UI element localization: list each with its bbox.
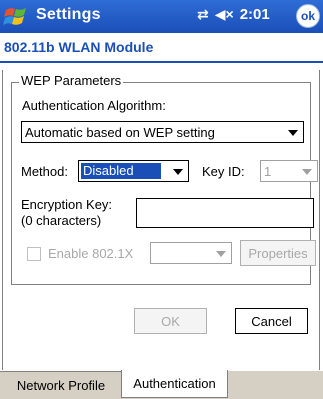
auth-algorithm-dropdown[interactable]: Automatic based on WEP setting xyxy=(21,121,304,143)
chevron-down-icon xyxy=(302,169,312,175)
page-title: 802.11b WLAN Module xyxy=(4,39,154,55)
chevron-down-icon xyxy=(288,130,298,136)
encryption-key-label: Encryption Key: xyxy=(21,197,113,212)
connectivity-icon[interactable]: ⇄ xyxy=(197,6,209,23)
key-id-value: 1 xyxy=(264,164,272,179)
group-legend: WEP Parameters xyxy=(19,73,124,88)
tab-network-profile[interactable]: Network Profile xyxy=(0,371,122,398)
encryption-key-input[interactable] xyxy=(136,198,314,228)
method-label: Method: xyxy=(21,164,68,179)
tab-strip: Network Profile Authentication xyxy=(0,370,323,399)
eap-type-dropdown[interactable] xyxy=(150,242,232,264)
key-id-dropdown[interactable]: 1 xyxy=(260,160,318,182)
method-dropdown[interactable]: Disabled xyxy=(78,160,189,182)
windows-start-icon[interactable] xyxy=(3,4,30,29)
page-header: 802.11b WLAN Module xyxy=(0,33,323,63)
tab-authentication[interactable]: Authentication xyxy=(121,370,228,398)
enable-8021x-checkbox[interactable] xyxy=(27,247,41,261)
title-ok-button[interactable]: ok xyxy=(296,4,320,28)
ok-button[interactable]: OK xyxy=(134,308,207,334)
title-bar: Settings ⇄ ◀× 2:01 ok xyxy=(0,0,323,33)
auth-algorithm-value: Automatic based on WEP setting xyxy=(25,125,215,140)
enable-8021x-label: Enable 802.1X xyxy=(48,246,134,261)
properties-button[interactable]: Properties xyxy=(240,240,316,266)
speaker-muted-icon[interactable]: ◀× xyxy=(215,6,234,23)
chevron-down-icon xyxy=(216,251,226,257)
chevron-down-icon xyxy=(173,169,183,175)
clock[interactable]: 2:01 xyxy=(240,6,270,23)
method-value: Disabled xyxy=(81,163,161,179)
auth-algorithm-label: Authentication Algorithm: xyxy=(22,98,166,113)
system-tray: ⇄ ◀× 2:01 xyxy=(197,6,270,23)
cancel-button[interactable]: Cancel xyxy=(235,308,308,334)
app-title: Settings xyxy=(36,6,101,23)
key-id-label: Key ID: xyxy=(202,164,245,179)
encryption-key-count: (0 characters) xyxy=(21,213,102,228)
